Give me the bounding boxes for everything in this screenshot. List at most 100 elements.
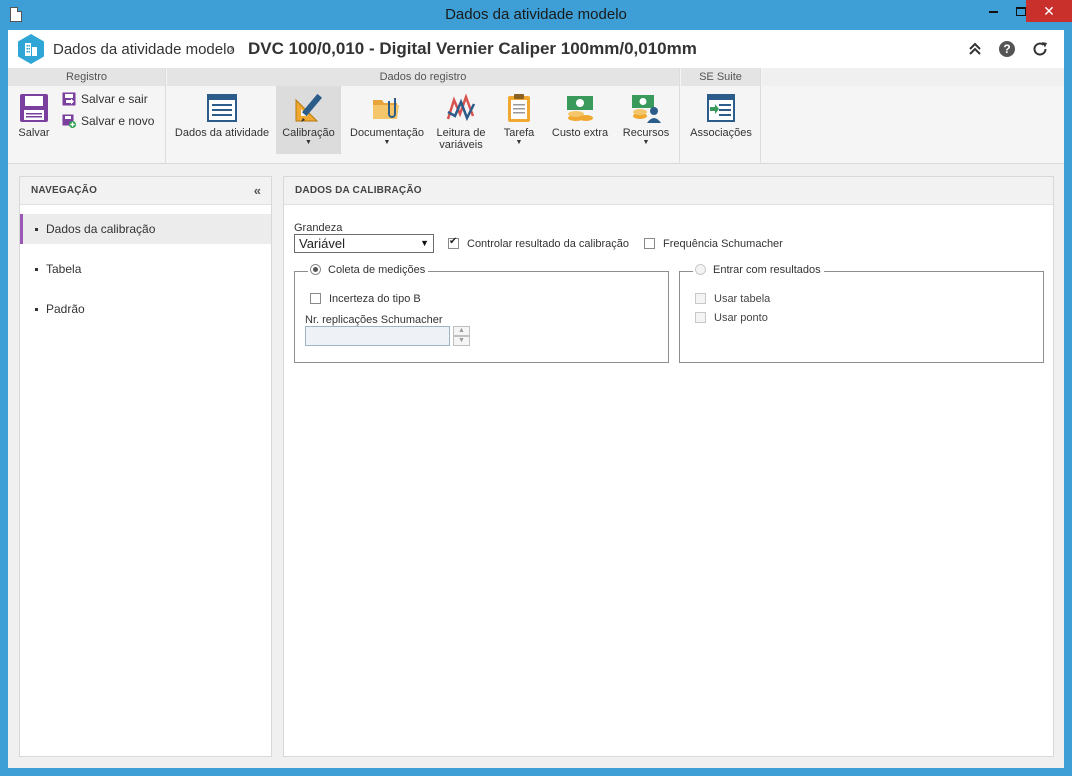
radio-button[interactable] xyxy=(695,264,706,275)
save-label: Salvar xyxy=(18,127,50,139)
checkbox-box[interactable] xyxy=(448,236,459,249)
grandeza-label: Grandeza xyxy=(294,222,343,234)
replicacoes-stepper[interactable]: ▲ ▼ xyxy=(453,326,470,346)
save-and-new-button[interactable]: Salvar e novo xyxy=(62,114,154,128)
ribbon-group-registro: Registro Salvar Salvar e sair Salvar e n… xyxy=(8,68,166,164)
replicacoes-input[interactable] xyxy=(305,326,450,346)
calibration-label: Calibração xyxy=(282,127,335,139)
svg-text:?: ? xyxy=(1003,42,1010,56)
ribbon-empty-area xyxy=(762,68,1064,164)
navigation-title: NAVEGAÇÃO xyxy=(20,177,271,205)
dropdown-caret-icon: ▼ xyxy=(515,139,523,146)
documentation-label: Documentação xyxy=(350,127,424,139)
checkbox-box[interactable] xyxy=(695,293,706,304)
task-button[interactable]: Tarefa ▼ xyxy=(499,86,539,154)
associations-button[interactable]: Associações xyxy=(685,86,757,154)
stepper-up-icon[interactable]: ▲ xyxy=(453,326,470,336)
close-button[interactable]: ✕ xyxy=(1026,0,1072,22)
dropdown-caret-icon: ▼ xyxy=(383,139,391,146)
page-header: Dados da atividade modelo › DVC 100/0,01… xyxy=(8,30,1064,68)
close-icon: ✕ xyxy=(1043,3,1055,19)
nav-item-tabela[interactable]: Tabela xyxy=(20,254,271,284)
calibration-data-panel: DADOS DA CALIBRAÇÃO Grandeza Variável ▼ … xyxy=(283,176,1054,757)
refresh-icon[interactable] xyxy=(1031,40,1049,58)
folder-clip-icon xyxy=(373,98,399,119)
breadcrumb-root[interactable]: Dados da atividade modelo xyxy=(53,41,235,58)
ribbon-group-se-suite: SE Suite Associações xyxy=(681,68,761,164)
nav-item-padrao[interactable]: Padrão xyxy=(20,294,271,324)
entrar-resultados-radio[interactable]: Entrar com resultados xyxy=(693,264,824,276)
form-window-icon xyxy=(207,94,237,122)
grandeza-select[interactable]: Variável ▼ xyxy=(294,234,434,253)
navigation-panel: NAVEGAÇÃO « Dados da calibração Tabela P… xyxy=(19,176,272,757)
window-title: Dados da atividade modelo xyxy=(445,6,627,23)
extra-cost-button[interactable]: Custo extra xyxy=(549,86,611,154)
usar-tabela-checkbox[interactable]: Usar tabela xyxy=(695,293,770,305)
minimize-icon xyxy=(988,10,998,13)
clipboard-icon xyxy=(508,94,530,122)
breadcrumb-separator-icon: › xyxy=(229,40,234,56)
money-person-icon xyxy=(632,95,661,123)
resources-label: Recursos xyxy=(622,127,670,139)
incerteza-checkbox[interactable]: Incerteza do tipo B xyxy=(310,293,421,305)
usar-ponto-checkbox[interactable]: Usar ponto xyxy=(695,312,768,324)
checkbox-box[interactable] xyxy=(644,238,655,249)
ribbon-toolbar: Registro Salvar Salvar e sair Salvar e n… xyxy=(8,68,1064,164)
frequencia-schumacher-checkbox[interactable]: Frequência Schumacher xyxy=(644,238,783,250)
help-icon[interactable]: ? xyxy=(998,40,1016,58)
ribbon-group-dados-registro: Dados do registro Dados da atividade Cal… xyxy=(167,68,680,164)
chevron-down-icon: ▼ xyxy=(420,238,429,248)
checkbox-box[interactable] xyxy=(310,293,321,304)
extra-cost-label: Custo extra xyxy=(551,127,609,139)
checkbox-box[interactable] xyxy=(695,312,706,323)
minimize-button[interactable] xyxy=(978,0,1008,22)
controlar-resultado-label: Controlar resultado da calibração xyxy=(467,238,630,250)
save-new-icon xyxy=(62,114,76,128)
save-button[interactable]: Salvar xyxy=(12,86,56,154)
usar-tabela-label: Usar tabela xyxy=(714,293,771,305)
floppy-disk-icon xyxy=(20,94,48,122)
maximize-icon xyxy=(1016,7,1026,17)
radio-button[interactable] xyxy=(310,264,321,275)
activity-data-button[interactable]: Dados da atividade xyxy=(172,86,272,154)
grandeza-value: Variável xyxy=(299,236,346,251)
line-chart-icon xyxy=(446,93,476,122)
variable-reading-button[interactable]: Leitura de variáveis xyxy=(431,86,491,154)
page-title: DVC 100/0,010 - Digital Vernier Caliper … xyxy=(248,39,697,58)
dropdown-caret-icon: ▼ xyxy=(642,139,650,146)
associations-icon xyxy=(707,94,735,122)
associations-label: Associações xyxy=(690,127,752,139)
title-bar: Dados da atividade modelo ✕ xyxy=(0,0,1072,30)
ribbon-group-label: Registro xyxy=(8,68,165,86)
documentation-button[interactable]: Documentação ▼ xyxy=(347,86,427,154)
save-exit-icon xyxy=(62,92,76,106)
save-and-exit-button[interactable]: Salvar e sair xyxy=(62,92,148,106)
resources-button[interactable]: Recursos ▼ xyxy=(619,86,673,154)
nav-item-dados-calibracao[interactable]: Dados da calibração xyxy=(20,214,271,244)
save-and-new-label: Salvar e novo xyxy=(81,114,155,128)
task-label: Tarefa xyxy=(503,127,535,139)
activity-data-label: Dados da atividade xyxy=(174,127,270,139)
client-area: Dados da atividade modelo › DVC 100/0,01… xyxy=(8,30,1064,768)
collapse-up-icon[interactable] xyxy=(966,40,984,58)
coleta-label: Coleta de medições xyxy=(328,264,426,276)
app-window: Dados da atividade modelo ✕ Dados da ati… xyxy=(0,0,1072,776)
usar-ponto-label: Usar ponto xyxy=(714,312,768,324)
calibration-button[interactable]: Calibração ▼ xyxy=(276,86,341,154)
stepper-down-icon[interactable]: ▼ xyxy=(453,336,470,346)
incerteza-label: Incerteza do tipo B xyxy=(329,293,421,305)
controlar-resultado-checkbox[interactable]: Controlar resultado da calibração xyxy=(448,236,630,250)
variable-reading-label-2: variáveis xyxy=(439,139,483,151)
variable-reading-label-1: Leitura de xyxy=(436,127,486,139)
entrar-resultados-fieldset: Entrar com resultados Usar tabela Usar p… xyxy=(679,264,1044,363)
dropdown-caret-icon: ▼ xyxy=(305,139,312,146)
section-title: DADOS DA CALIBRAÇÃO xyxy=(284,177,1053,205)
ribbon-group-label: Dados do registro xyxy=(167,68,679,86)
save-and-exit-label: Salvar e sair xyxy=(81,92,148,106)
ribbon-empty-header xyxy=(762,68,1064,86)
ribbon-group-label: SE Suite xyxy=(681,68,760,86)
coleta-radio[interactable]: Coleta de medições xyxy=(308,264,429,276)
coleta-fieldset: Coleta de medições Incerteza do tipo B N… xyxy=(294,264,669,363)
app-logo-icon xyxy=(18,34,44,64)
collapse-panel-icon[interactable]: « xyxy=(254,184,261,198)
